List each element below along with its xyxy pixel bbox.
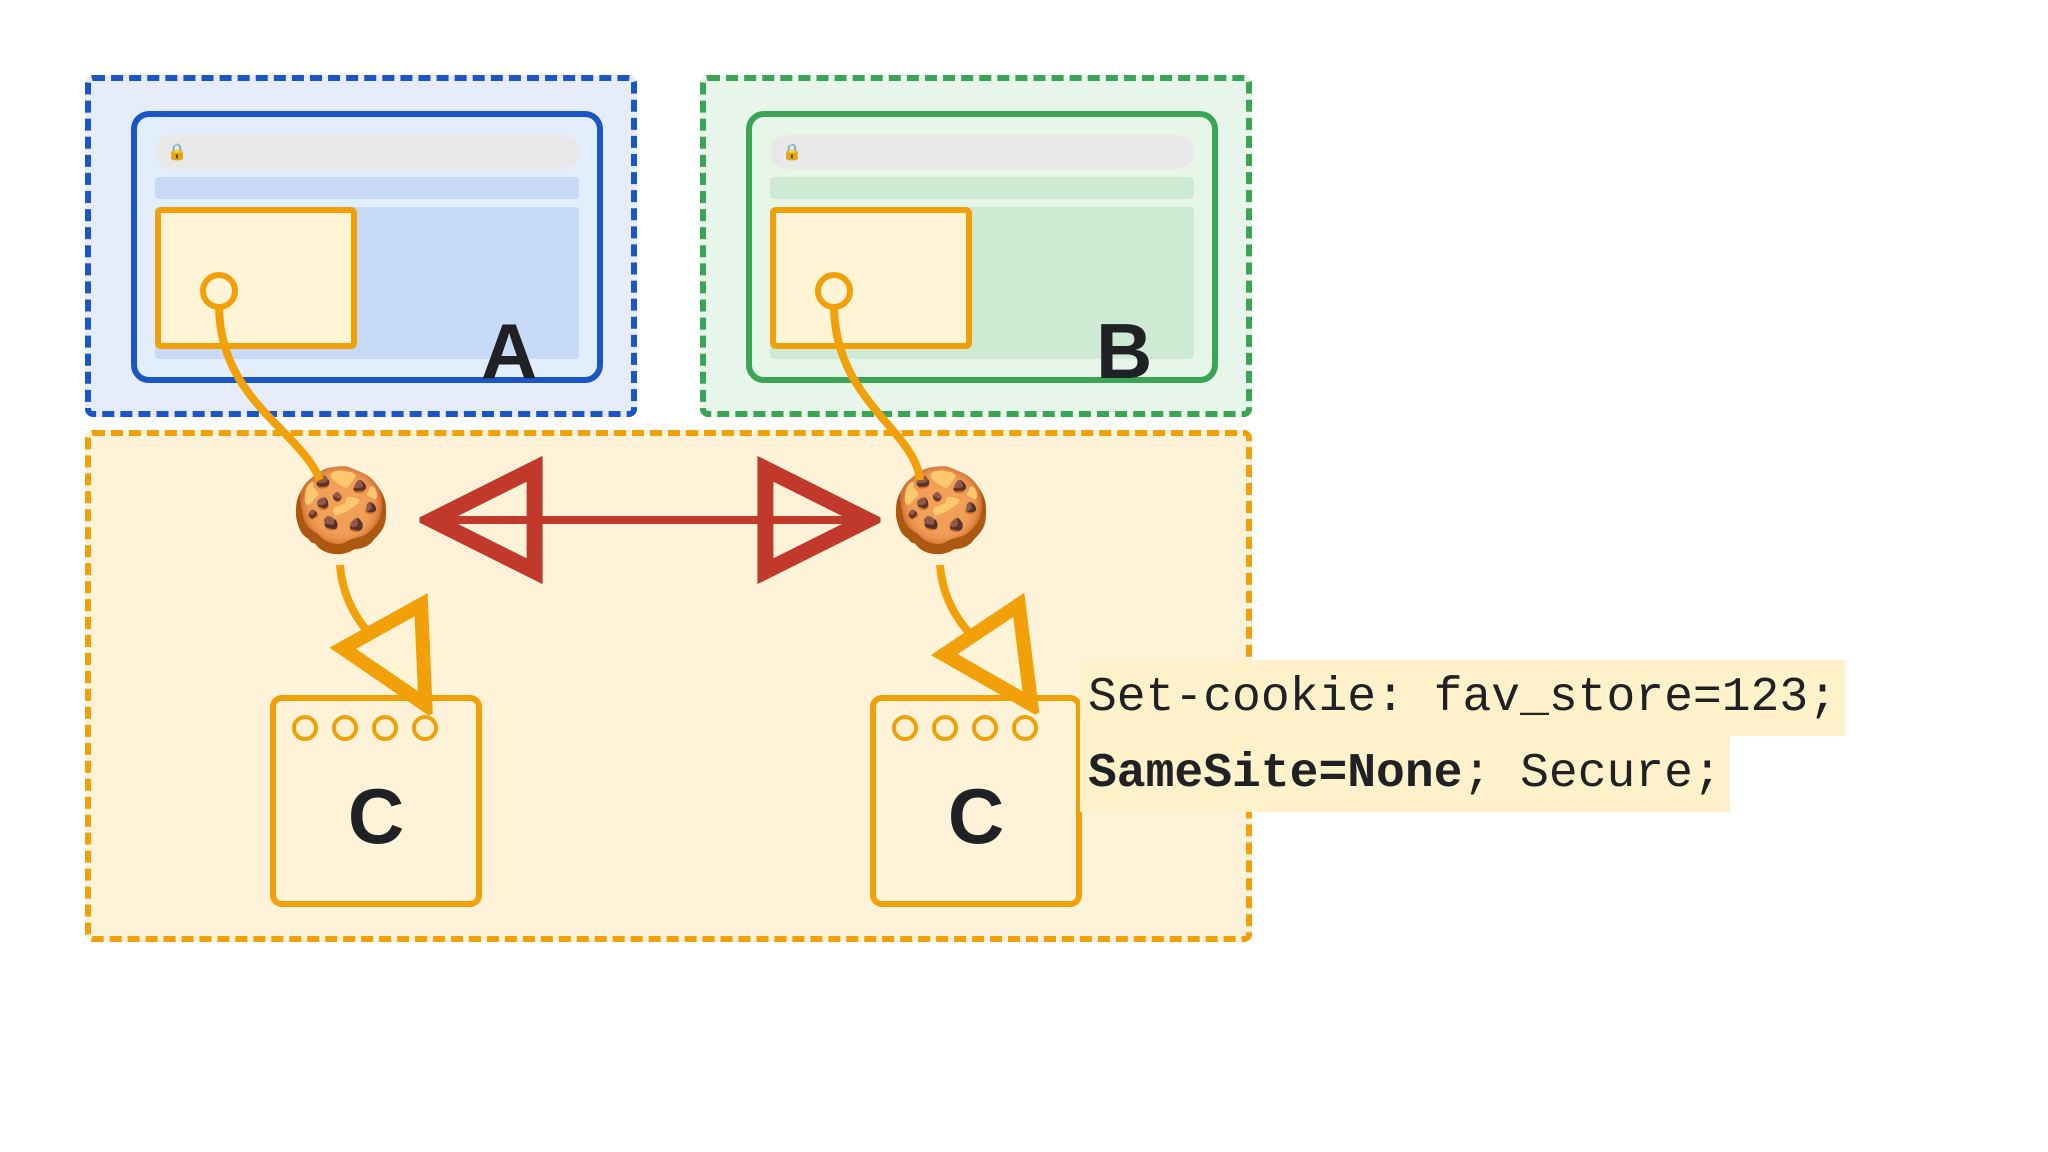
url-bar: 🔒 [155, 135, 579, 169]
cookie-icon: 🍪 [290, 470, 392, 552]
site-a-box: 🔒 A [85, 75, 637, 417]
storage-label-c: C [276, 771, 476, 862]
embedded-iframe-b [770, 207, 972, 349]
lock-icon: 🔒 [167, 142, 187, 162]
site-b-box: 🔒 B [700, 75, 1252, 417]
storage-label-c: C [876, 771, 1076, 862]
cookie-icon: 🍪 [890, 470, 992, 552]
url-bar: 🔒 [770, 135, 1194, 169]
code-line-1: Set-cookie: fav_store=123; [1080, 660, 1845, 736]
iframe-origin-dot-a [200, 272, 238, 310]
site-a-label: A [481, 306, 537, 397]
iframe-origin-dot-b [815, 272, 853, 310]
lock-icon: 🔒 [782, 142, 802, 162]
window-dots-icon [892, 715, 1038, 741]
code-line-2: SameSite=None; Secure; [1080, 736, 1730, 812]
storage-window-c-right: C [870, 695, 1082, 907]
toolbar-strip [155, 177, 579, 199]
embedded-iframe-a [155, 207, 357, 349]
storage-window-c-left: C [270, 695, 482, 907]
set-cookie-header: Set-cookie: fav_store=123; SameSite=None… [1080, 660, 1845, 812]
site-b-label: B [1096, 306, 1152, 397]
window-dots-icon [292, 715, 438, 741]
toolbar-strip [770, 177, 1194, 199]
